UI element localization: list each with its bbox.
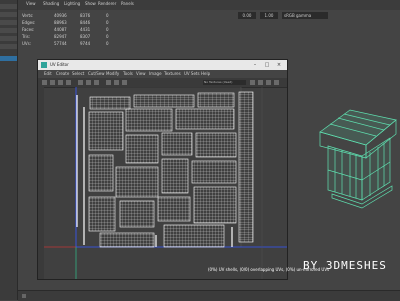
tool-icon[interactable] (274, 80, 279, 85)
hud-row-verts: Verts: 40936 8376 0 (22, 13, 109, 18)
uv-menu-uv-sets[interactable]: UV Sets (184, 71, 200, 76)
tool-icon[interactable] (266, 80, 271, 85)
menu-shading[interactable]: Shading (43, 1, 59, 6)
menu-view[interactable]: View (26, 1, 36, 6)
tool-icon[interactable] (66, 80, 71, 85)
watermark-text: BY 3DMESHES (303, 259, 387, 272)
minimize-icon[interactable]: – (252, 62, 258, 68)
tool-icon[interactable] (86, 80, 91, 85)
maximize-icon[interactable]: □ (264, 62, 270, 68)
uv-menu-textures[interactable]: Textures (164, 71, 181, 76)
panel-row-selected[interactable] (0, 56, 17, 61)
uv-menu-create[interactable]: Create (56, 71, 69, 76)
texture-dropdown[interactable]: No Textures (Used) (203, 80, 246, 85)
viewport-menu-bar: View Shading Lighting Show Renderer Pane… (18, 0, 400, 10)
hud-row-uvs: UVs: 57744 9744 0 (22, 41, 109, 46)
menu-panels[interactable]: Panels (121, 1, 134, 6)
hud-row-edges: Edges: 88963 8446 0 (22, 20, 109, 25)
close-icon[interactable]: × (276, 62, 282, 68)
panel-row[interactable] (0, 28, 17, 33)
tool-icon[interactable] (50, 80, 55, 85)
uv-menu-select[interactable]: Select (72, 71, 84, 76)
uv-editor-titlebar[interactable]: UV Editor – □ × (38, 60, 287, 70)
panel-row[interactable] (0, 20, 17, 25)
tool-icon[interactable] (122, 80, 127, 85)
tool-icon[interactable] (58, 80, 63, 85)
uv-editor-window: UV Editor – □ × Edit Create Select Cut/S… (37, 59, 329, 280)
uv-menu-edit[interactable]: Edit (44, 71, 52, 76)
tool-icon[interactable] (258, 80, 263, 85)
hud-row-tris: Tris: 82947 8307 0 (22, 34, 109, 39)
uv-editor-menu-bar: Edit Create Select Cut/Sew Modify Tools … (38, 70, 287, 78)
left-tool-panel (0, 0, 18, 300)
exposure-field[interactable]: 0.00 (238, 12, 256, 19)
color-space-field[interactable]: sRGB gamma (282, 12, 328, 19)
model-wireframe-viewport[interactable] (300, 100, 398, 220)
uv-editor-title: UV Editor (50, 62, 69, 67)
menu-renderer[interactable]: Renderer (98, 1, 116, 6)
uv-layout-canvas[interactable] (44, 87, 287, 279)
tool-icon[interactable] (42, 80, 47, 85)
bottom-status-bar (18, 290, 400, 301)
tool-icon[interactable] (250, 80, 255, 85)
panel-row[interactable] (0, 44, 17, 49)
viewport-toolbar-fields: 0.00 1.00 sRGB gamma (238, 12, 328, 20)
script-icon[interactable] (22, 294, 26, 298)
panel-row[interactable] (0, 12, 17, 17)
tool-icon[interactable] (94, 80, 99, 85)
uv-menu-help[interactable]: Help (201, 71, 210, 76)
menu-show[interactable]: Show (85, 1, 96, 6)
uv-menu-cut-sew[interactable]: Cut/Sew (88, 71, 105, 76)
gamma-field[interactable]: 1.00 (260, 12, 278, 19)
uv-menu-modify[interactable]: Modify (106, 71, 119, 76)
menu-lighting[interactable]: Lighting (64, 1, 80, 6)
panel-row[interactable] (0, 4, 17, 9)
hud-row-faces: Faces: 44087 4431 0 (22, 27, 109, 32)
uv-menu-tools[interactable]: Tools (123, 71, 133, 76)
uv-menu-image[interactable]: Image (149, 71, 162, 76)
uv-menu-view[interactable]: View (136, 71, 146, 76)
tool-icon[interactable] (78, 80, 83, 85)
panel-row[interactable] (0, 36, 17, 41)
tool-icon[interactable] (114, 80, 119, 85)
maya-logo-icon (41, 62, 47, 68)
tool-icon[interactable] (106, 80, 111, 85)
